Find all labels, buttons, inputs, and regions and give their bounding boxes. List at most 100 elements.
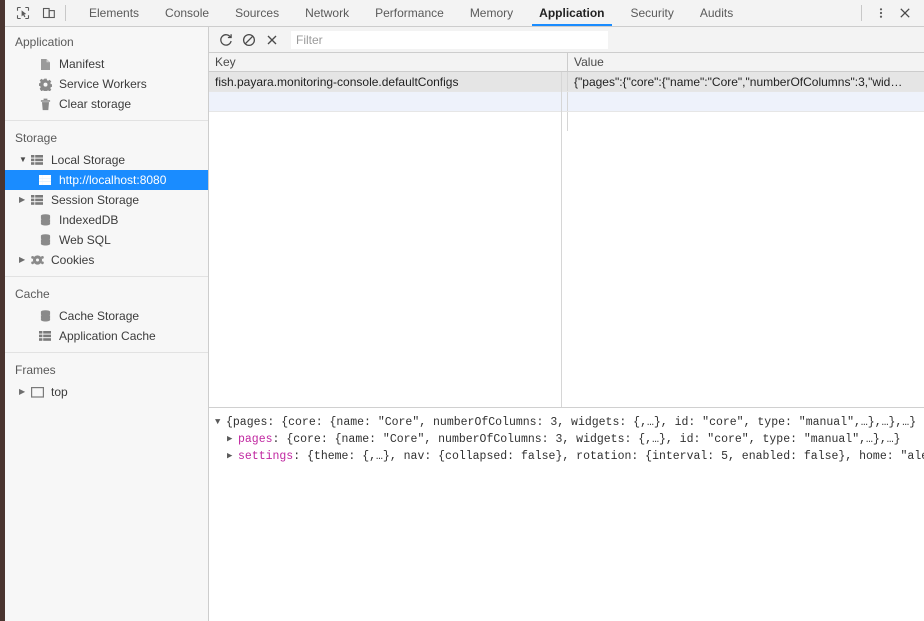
preview-line[interactable]: ▼ {pages: {core: {name: "Core", numberOf… xyxy=(215,414,924,431)
column-header-value[interactable]: Value xyxy=(568,53,924,72)
sidebar-item-local-storage[interactable]: ▼ Local Storage xyxy=(5,150,208,170)
value-preview-panel: ▼ {pages: {core: {name: "Core", numberOf… xyxy=(209,408,924,621)
delete-x-icon[interactable] xyxy=(261,30,283,50)
tab-memory[interactable]: Memory xyxy=(457,0,526,26)
tab-audits[interactable]: Audits xyxy=(687,0,746,26)
sidebar-item-label: Local Storage xyxy=(51,153,125,167)
more-options-icon[interactable] xyxy=(870,2,892,24)
sidebar-item-clear-storage[interactable]: Clear storage xyxy=(5,94,208,114)
sidebar-item-localhost-8080[interactable]: http://localhost:8080 xyxy=(5,170,208,190)
tab-security[interactable]: Security xyxy=(618,0,687,26)
sidebar-item-label: IndexedDB xyxy=(59,213,118,227)
sidebar-item-label: top xyxy=(51,385,68,399)
trash-icon xyxy=(37,97,53,111)
sidebar-item-indexeddb[interactable]: IndexedDB xyxy=(5,210,208,230)
sidebar-item-application-cache[interactable]: Application Cache xyxy=(5,326,208,346)
tab-network[interactable]: Network xyxy=(292,0,362,26)
chevron-right-icon[interactable]: ▶ xyxy=(227,431,238,448)
tabbar-left-tools xyxy=(5,0,76,26)
sidebar-item-label: Cookies xyxy=(51,253,94,267)
sidebar-group-cache: Cache Cache Storage xyxy=(5,276,208,352)
table-row[interactable]: fish.payara.monitoring-console.defaultCo… xyxy=(209,72,924,92)
column-header-key[interactable]: Key xyxy=(209,53,568,72)
column-resizer[interactable] xyxy=(561,72,562,407)
sidebar-item-service-workers[interactable]: Service Workers xyxy=(5,74,208,94)
sidebar-item-label: Clear storage xyxy=(59,97,131,111)
sidebar-item-label: Application Cache xyxy=(59,329,156,343)
no-entry-clear-icon[interactable] xyxy=(238,30,260,50)
tab-console[interactable]: Console xyxy=(152,0,222,26)
database-icon xyxy=(37,233,53,247)
table-grid-icon xyxy=(29,153,45,167)
sidebar-group-storage: Storage ▼ Local Storage xyxy=(5,120,208,276)
preview-line[interactable]: ▶ pages : {core: {name: "Core", numberOf… xyxy=(215,431,924,448)
table-row-empty[interactable] xyxy=(209,92,924,112)
sidebar-group-frames: Frames ▶ top xyxy=(5,352,208,408)
preview-line-text: {pages: {core: {name: "Core", numberOfCo… xyxy=(226,414,916,431)
sidebar-item-top-frame[interactable]: ▶ top xyxy=(5,382,208,402)
sidebar-item-web-sql[interactable]: Web SQL xyxy=(5,230,208,250)
table-grid-icon xyxy=(29,193,45,207)
sidebar-item-cache-storage[interactable]: Cache Storage xyxy=(5,306,208,326)
cell-key-empty[interactable] xyxy=(209,92,568,112)
sidebar-item-label: Manifest xyxy=(59,57,104,71)
sidebar-group-title: Cache xyxy=(5,284,208,306)
chevron-down-icon[interactable]: ▼ xyxy=(19,156,29,164)
table-grid-icon xyxy=(37,329,53,343)
database-icon xyxy=(37,213,53,227)
chevron-right-icon[interactable]: ▶ xyxy=(19,196,29,204)
local-storage-panel: Key Value fish.payara.monitoring-console… xyxy=(209,27,924,621)
table-row-blank xyxy=(209,112,924,132)
gear-icon xyxy=(37,77,53,91)
sidebar-group-title: Storage xyxy=(5,128,208,150)
cell-blank xyxy=(568,112,924,132)
cell-value[interactable]: {"pages":{"core":{"name":"Core","numberO… xyxy=(568,72,924,92)
sidebar-group-application: Application Manifest xyxy=(5,32,208,120)
tab-elements[interactable]: Elements xyxy=(76,0,152,26)
close-icon[interactable] xyxy=(894,2,916,24)
filter-input[interactable] xyxy=(291,31,608,49)
sidebar-item-label: Session Storage xyxy=(51,193,139,207)
cell-value-empty[interactable] xyxy=(568,92,924,112)
table-grid-icon xyxy=(37,173,53,187)
inspect-element-icon[interactable] xyxy=(11,2,35,24)
application-sidebar: Application Manifest xyxy=(5,27,209,621)
sidebar-item-label: http://localhost:8080 xyxy=(59,173,166,187)
refresh-icon[interactable] xyxy=(215,30,237,50)
table-header-row: Key Value xyxy=(209,53,924,72)
frame-icon xyxy=(29,385,45,399)
storage-toolbar xyxy=(209,27,924,53)
chevron-right-icon[interactable]: ▶ xyxy=(19,388,29,396)
chevron-right-icon[interactable]: ▶ xyxy=(227,448,238,465)
tab-sources[interactable]: Sources xyxy=(222,0,292,26)
panel-tabs: Elements Console Sources Network Perform… xyxy=(76,0,855,26)
device-toolbar-icon[interactable] xyxy=(37,2,61,24)
cell-blank xyxy=(209,112,568,132)
devtools-window: Elements Console Sources Network Perform… xyxy=(0,0,924,621)
sidebar-item-label: Service Workers xyxy=(59,77,147,91)
cookie-icon xyxy=(29,253,45,267)
cell-key[interactable]: fish.payara.monitoring-console.defaultCo… xyxy=(209,72,568,92)
preview-line-text: : {theme: {,…}, nav: {collapsed: false},… xyxy=(293,448,924,465)
sidebar-item-label: Cache Storage xyxy=(59,309,139,323)
devtools-body: Application Manifest xyxy=(5,27,924,621)
toolbar-divider-right xyxy=(861,5,862,21)
devtools-tabbar: Elements Console Sources Network Perform… xyxy=(5,0,924,27)
sidebar-item-label: Web SQL xyxy=(59,233,111,247)
toolbar-divider xyxy=(65,5,66,21)
preview-line[interactable]: ▶ settings : {theme: {,…}, nav: {collaps… xyxy=(215,448,924,465)
preview-line-text: : {core: {name: "Core", numberOfColumns:… xyxy=(273,431,901,448)
chevron-down-icon[interactable]: ▼ xyxy=(215,414,226,431)
sidebar-item-cookies[interactable]: ▶ Cookies xyxy=(5,250,208,270)
tab-performance[interactable]: Performance xyxy=(362,0,457,26)
chevron-right-icon[interactable]: ▶ xyxy=(19,256,29,264)
sidebar-group-title: Frames xyxy=(5,360,208,382)
storage-table: Key Value fish.payara.monitoring-console… xyxy=(209,53,924,131)
sidebar-item-session-storage[interactable]: ▶ Session Storage xyxy=(5,190,208,210)
sidebar-item-manifest[interactable]: Manifest xyxy=(5,54,208,74)
database-icon xyxy=(37,309,53,323)
tab-application[interactable]: Application xyxy=(526,0,617,26)
sidebar-group-title: Application xyxy=(5,32,208,54)
tabbar-right-tools xyxy=(855,0,924,26)
preview-property-key: settings xyxy=(238,448,293,465)
